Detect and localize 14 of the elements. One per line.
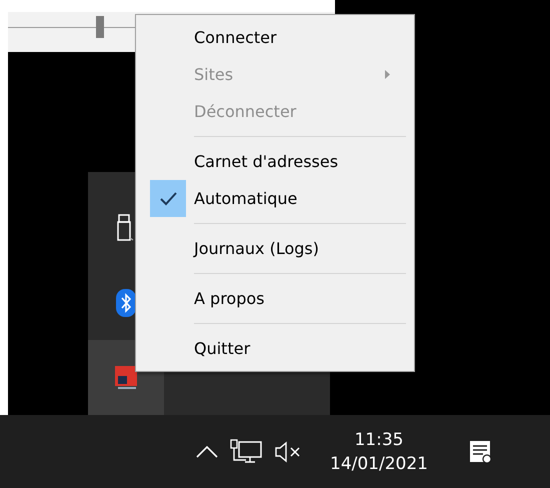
- clock-time[interactable]: 11:35: [354, 430, 404, 450]
- network-monitor-icon[interactable]: [230, 438, 262, 464]
- usb-drive-icon: [117, 214, 135, 242]
- bluetooth-icon: [116, 288, 136, 316]
- clock-date[interactable]: 14/01/2021: [330, 454, 428, 474]
- menu-item[interactable]: Carnet d'adresses: [136, 143, 414, 180]
- menu-item[interactable]: Quitter: [136, 330, 414, 367]
- menu-item[interactable]: A propos: [136, 280, 414, 317]
- menu-item[interactable]: Journaux (Logs): [136, 230, 414, 267]
- chevron-up-icon[interactable]: [196, 446, 218, 458]
- menu-item[interactable]: Automatique: [136, 180, 414, 217]
- menu-item[interactable]: Connecter: [136, 19, 414, 56]
- app-icon: [114, 364, 138, 390]
- slider-thumb[interactable]: [96, 16, 104, 38]
